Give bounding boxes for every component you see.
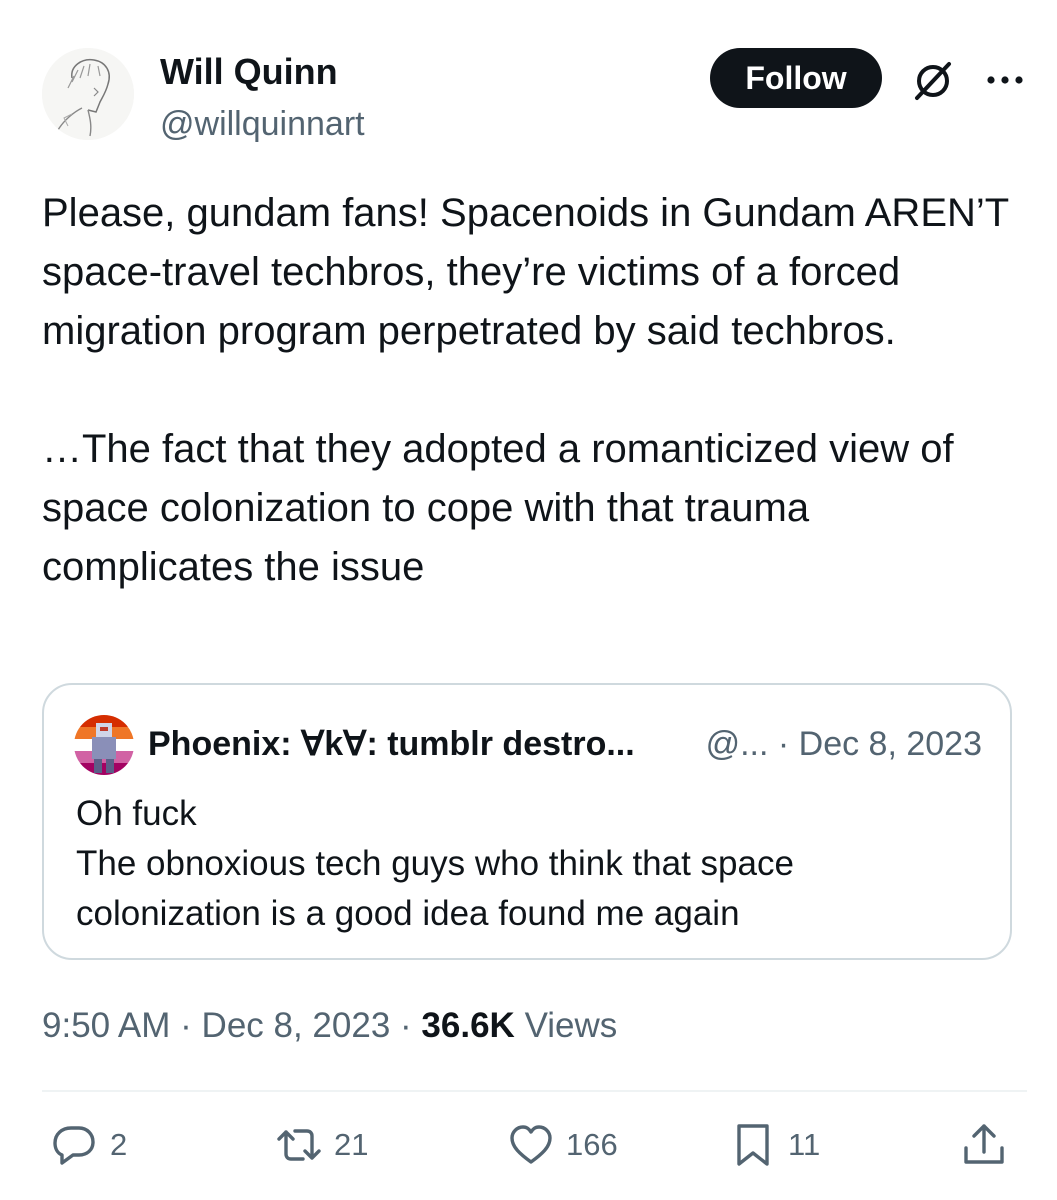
repost-button[interactable]: 21 bbox=[276, 1122, 368, 1168]
bookmark-count: 11 bbox=[788, 1127, 821, 1162]
tweet: Will Quinn @willquinnart Follow Please, … bbox=[0, 0, 1057, 1200]
quoted-avatar-image bbox=[74, 715, 134, 775]
avatar[interactable] bbox=[42, 48, 134, 140]
views-count: 36.6K bbox=[421, 1006, 515, 1045]
more-icon[interactable] bbox=[983, 58, 1027, 102]
like-button[interactable]: 166 bbox=[508, 1122, 618, 1168]
follow-button[interactable]: Follow bbox=[710, 48, 882, 108]
quoted-header: Phoenix: ∀k∀: tumblr destro... @... · De… bbox=[148, 721, 982, 767]
author-display-name[interactable]: Will Quinn bbox=[160, 50, 365, 94]
meta-separator: · bbox=[400, 1006, 422, 1045]
share-button[interactable] bbox=[961, 1122, 1007, 1168]
quoted-display-name[interactable]: Phoenix: ∀k∀: tumblr destro... bbox=[148, 725, 635, 763]
tweet-meta: 9:50 AM · Dec 8, 2023 · 36.6K Views bbox=[42, 1002, 617, 1050]
grok-icon[interactable] bbox=[909, 56, 957, 104]
divider bbox=[42, 1090, 1027, 1092]
repost-count: 21 bbox=[334, 1127, 369, 1162]
views-label: Views bbox=[524, 1006, 618, 1045]
reply-icon bbox=[53, 1126, 95, 1165]
meta-separator: · bbox=[180, 1006, 202, 1045]
action-bar: 2 21 166 11 bbox=[52, 1122, 1007, 1182]
tweet-time[interactable]: 9:50 AM bbox=[42, 1006, 170, 1045]
author-names: Will Quinn @willquinnart bbox=[160, 50, 365, 146]
like-count: 166 bbox=[566, 1127, 618, 1162]
quoted-meta: @... · Dec 8, 2023 bbox=[705, 725, 982, 763]
bookmark-icon bbox=[737, 1124, 769, 1166]
repost-icon bbox=[277, 1129, 321, 1161]
bookmark-button[interactable]: 11 bbox=[730, 1122, 820, 1168]
reply-count: 2 bbox=[110, 1127, 128, 1162]
tweet-header: Will Quinn @willquinnart Follow bbox=[42, 48, 1027, 158]
share-icon bbox=[964, 1124, 1004, 1164]
avatar-sketch-image bbox=[42, 48, 134, 140]
heart-icon bbox=[510, 1125, 552, 1164]
quoted-avatar[interactable] bbox=[74, 715, 134, 775]
quoted-text: Oh fuck The obnoxious tech guys who thin… bbox=[76, 794, 794, 933]
quoted-tweet[interactable]: Phoenix: ∀k∀: tumblr destro... @... · De… bbox=[42, 683, 1012, 960]
author-handle[interactable]: @willquinnart bbox=[160, 102, 365, 146]
tweet-text: Please, gundam fans! Spacenoids in Gunda… bbox=[42, 191, 1009, 589]
reply-button[interactable]: 2 bbox=[52, 1122, 127, 1168]
tweet-date[interactable]: Dec 8, 2023 bbox=[202, 1006, 391, 1045]
